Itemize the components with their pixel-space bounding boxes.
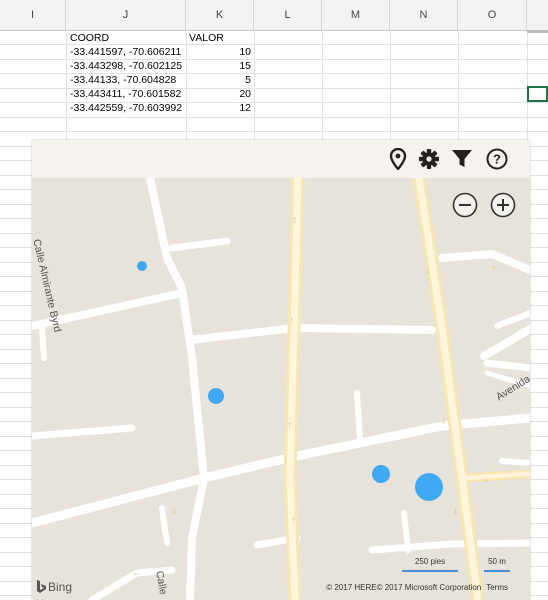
table-cell-valor[interactable]: 15 — [189, 59, 251, 73]
bing-logo-icon — [37, 580, 46, 593]
bing-map-widget[interactable]: ? ↑ ↑ ↑ ↑ ↓ ↓ ↓ ← ← ← ↓ Calle Almirante … — [32, 140, 530, 600]
data-bubble[interactable] — [137, 261, 147, 271]
table-cell-coord[interactable]: -33.443298, -70.602125 — [70, 59, 182, 73]
svg-text:←: ← — [490, 261, 500, 272]
terms-link[interactable]: Terms — [486, 583, 508, 592]
map-canvas[interactable]: ↑ ↑ ↑ ↑ ↓ ↓ ↓ ← ← ← ↓ Calle Almirante By… — [32, 178, 530, 600]
data-bubble[interactable] — [208, 388, 224, 404]
svg-text:?: ? — [493, 152, 501, 167]
svg-text:↑: ↑ — [287, 420, 292, 431]
column-header-n[interactable]: N — [390, 0, 458, 30]
data-bubble[interactable] — [415, 473, 443, 501]
table-header-valor[interactable]: VALOR — [189, 31, 224, 45]
column-header-l[interactable]: L — [254, 0, 322, 30]
attribution-here: © 2017 HERE — [326, 583, 377, 592]
table-cell-coord[interactable]: -33.443411, -70.601582 — [70, 87, 181, 101]
map-toolbar: ? — [32, 140, 530, 178]
grid-line — [0, 131, 548, 132]
scale-meters-label: 50 m — [488, 557, 506, 566]
table-cell-valor[interactable]: 5 — [189, 73, 251, 87]
svg-text:↓: ↓ — [172, 505, 177, 516]
map-attribution: © 2017 HERE© 2017 Microsoft Corporation T… — [326, 583, 508, 592]
svg-text:←: ← — [482, 474, 492, 485]
table-cell-coord[interactable]: -33.442559, -70.603992 — [70, 101, 182, 115]
grid-line — [0, 117, 548, 118]
table-header-coord[interactable]: COORD — [70, 31, 109, 45]
help-icon[interactable]: ? — [485, 147, 509, 171]
bing-logo-text: Bing — [48, 580, 73, 594]
split-indicator — [527, 30, 548, 33]
bing-logo[interactable]: Bing — [36, 580, 72, 594]
map-pin-icon[interactable] — [386, 147, 410, 171]
svg-text:↓: ↓ — [425, 265, 430, 276]
table-cell-valor[interactable]: 10 — [189, 45, 251, 59]
svg-text:↑: ↑ — [289, 315, 294, 326]
table-cell-valor[interactable]: 12 — [189, 101, 251, 115]
column-header-j[interactable]: J — [66, 0, 186, 30]
table-cell-coord[interactable]: -33.441597, -70.606211 — [70, 45, 181, 59]
selected-cell[interactable] — [527, 86, 548, 102]
road-network: ↑ ↑ ↑ ↑ ↓ ↓ ↓ ← ← ← ↓ — [32, 178, 530, 600]
scale-feet: 250 pies — [402, 556, 458, 576]
scale-meters: 50 m — [484, 556, 510, 576]
svg-text:←: ← — [132, 568, 142, 579]
svg-text:↑: ↑ — [292, 215, 297, 226]
column-header-i[interactable]: I — [0, 0, 66, 30]
table-cell-valor[interactable]: 20 — [189, 87, 251, 101]
column-header-p[interactable] — [527, 0, 548, 30]
column-header-o[interactable]: O — [458, 0, 527, 30]
column-header-k[interactable]: K — [186, 0, 254, 30]
zoom-out-icon[interactable] — [452, 192, 478, 218]
scale-feet-bar — [402, 570, 458, 572]
gear-icon[interactable] — [417, 147, 441, 171]
attribution-microsoft: © 2017 Microsoft Corporation — [376, 583, 482, 592]
scale-feet-label: 250 pies — [414, 557, 446, 566]
svg-text:↓: ↓ — [441, 415, 446, 426]
scale-meters-bar — [484, 570, 510, 572]
table-cell-coord[interactable]: -33.44133, -70.604828 — [70, 73, 176, 87]
column-header-m[interactable]: M — [322, 0, 390, 30]
svg-text:↓: ↓ — [453, 505, 458, 516]
column-header-row: I J K L M N O — [0, 0, 548, 31]
zoom-in-icon[interactable] — [490, 192, 516, 218]
filter-icon[interactable] — [450, 147, 474, 171]
svg-text:↑: ↑ — [291, 515, 296, 526]
